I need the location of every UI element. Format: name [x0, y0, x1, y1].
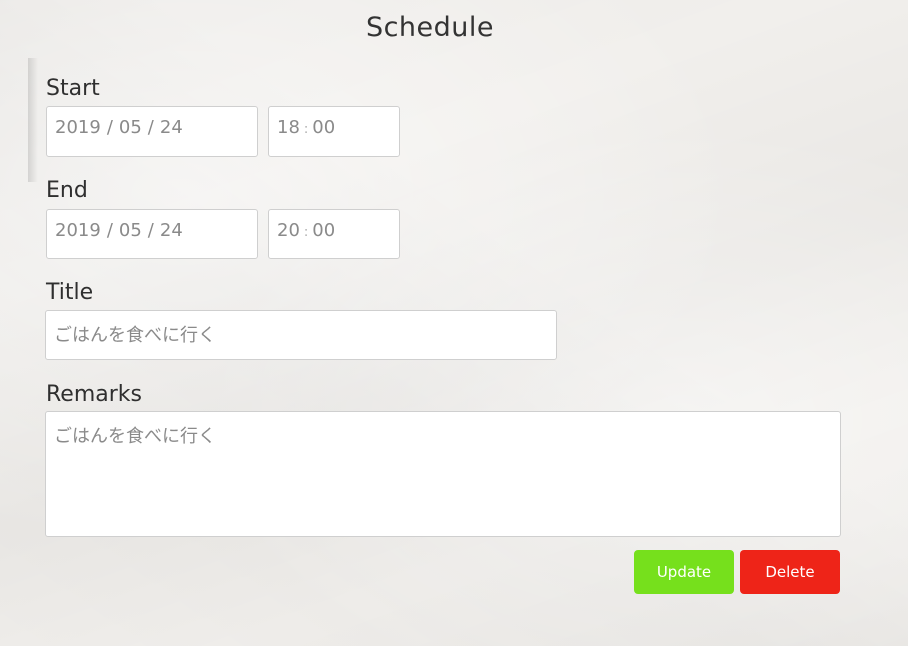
end-label: End — [46, 178, 88, 203]
start-time-minute: 00 — [312, 117, 336, 138]
start-time-hour: 18 — [277, 117, 300, 138]
remarks-textarea[interactable]: ごはんを食べに行く — [45, 411, 841, 537]
title-label: Title — [46, 280, 94, 305]
start-date-sep-1: / — [106, 117, 113, 138]
end-date-input[interactable]: 2019/05/24 — [46, 209, 258, 259]
end-date-year: 2019 — [55, 220, 101, 241]
end-date-month: 05 — [118, 220, 142, 241]
start-date-input[interactable]: 2019/05/24 — [46, 106, 258, 157]
update-button[interactable]: Update — [634, 550, 734, 594]
end-time-minute: 00 — [312, 220, 336, 241]
remarks-label: Remarks — [46, 382, 142, 407]
start-date-year: 2019 — [55, 117, 101, 138]
delete-button[interactable]: Delete — [740, 550, 840, 594]
end-date-day: 24 — [159, 220, 183, 241]
end-time-hour: 20 — [277, 220, 300, 241]
paper-fold-shadow — [28, 58, 38, 182]
end-date-sep-2: / — [147, 220, 154, 241]
start-time-input[interactable]: 18:00 — [268, 106, 400, 157]
start-time-sep: : — [303, 122, 309, 137]
end-date-sep-1: / — [106, 220, 113, 241]
start-date-day: 24 — [159, 117, 183, 138]
end-time-input[interactable]: 20:00 — [268, 209, 400, 259]
start-date-sep-2: / — [147, 117, 154, 138]
start-label: Start — [46, 76, 100, 101]
end-time-sep: : — [303, 225, 309, 240]
start-date-month: 05 — [118, 117, 142, 138]
title-input[interactable]: ごはんを食べに行く — [45, 310, 557, 360]
page-title: Schedule — [365, 12, 495, 43]
